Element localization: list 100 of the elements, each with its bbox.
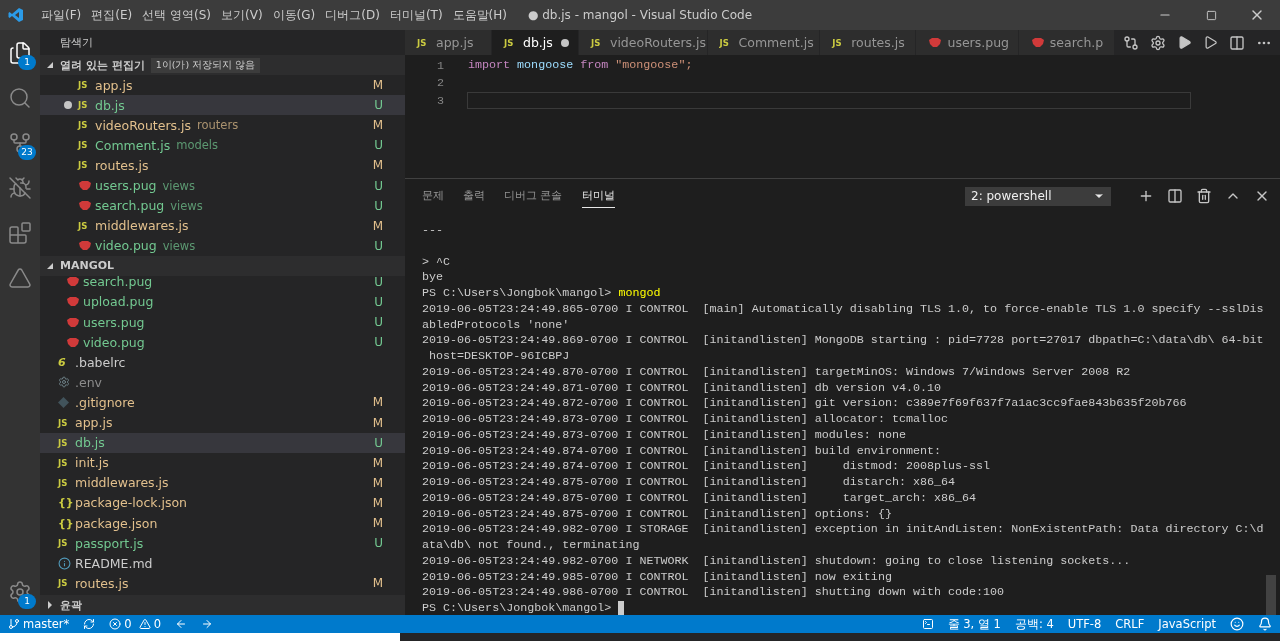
editor-tab[interactable]: users.pug: [916, 30, 1019, 55]
file-item[interactable]: search.pug views U: [40, 195, 405, 216]
scrollbar[interactable]: [1266, 575, 1276, 615]
editor-tab[interactable]: JS routes.js: [820, 30, 917, 55]
terminal-line: 2019-06-05T23:24:49.869-0700 I CONTROL [initandlisten] MongoDB starting : pid=7728 port=27017 dbpath=C:\data\db\ 64-bit: [422, 333, 1265, 349]
extensions-icon[interactable]: [8, 221, 32, 245]
triangle-icon[interactable]: [8, 266, 32, 290]
file-item[interactable]: JS routes.js M: [40, 155, 405, 176]
menu-item[interactable]: 디버그(D): [320, 6, 385, 24]
menu-item[interactable]: 도움말(H): [447, 6, 512, 24]
language-mode[interactable]: JavaScript: [1158, 617, 1216, 631]
warning-count[interactable]: 0: [153, 617, 161, 631]
js-icon: JS: [417, 37, 431, 48]
line-ending[interactable]: CRLF: [1115, 617, 1145, 631]
panel-tab[interactable]: 디버그 콘솔: [504, 184, 563, 208]
file-item[interactable]: JS middlewares.js M: [40, 472, 405, 493]
file-item[interactable]: 6 .babelrc: [40, 352, 405, 373]
terminal-line: 2019-06-05T23:24:49.875-0700 I CONTROL [initandlisten] distarch: x86_64: [422, 475, 957, 491]
file-item[interactable]: JS passport.js U: [40, 533, 405, 554]
warning-icon[interactable]: [138, 618, 151, 630]
play-icon[interactable]: [1203, 35, 1218, 50]
file-item[interactable]: users.pug U: [40, 312, 405, 333]
menu-item[interactable]: 파일(F): [36, 6, 87, 24]
git-status: U: [374, 238, 383, 253]
braces-icon: {}: [58, 496, 72, 510]
editor-tab[interactable]: search.p: [1018, 30, 1115, 55]
file-item[interactable]: search.pug U: [40, 275, 405, 292]
sync-icon[interactable]: [83, 618, 96, 630]
file-item[interactable]: {}package-lock.json M: [40, 492, 405, 513]
panel-tab[interactable]: 문제: [422, 184, 444, 208]
js-icon: JS: [58, 538, 72, 549]
settings-icon[interactable]: [8, 580, 32, 604]
terminal-line: 2019-06-05T23:24:49.982-0700 I STORAGE [initandlisten] exception in initAndListen: NonExistentPath: Data directory C:\d: [422, 522, 1265, 538]
file-item[interactable]: JS routes.js M: [40, 573, 405, 594]
terminal-line: ata\db\ not found., terminating: [422, 538, 641, 554]
section-header[interactable]: 열려 있는 편집기 1이(가) 저장되지 않음: [40, 55, 405, 75]
editor-tab[interactable]: JS Comment.js: [707, 30, 821, 55]
file-item[interactable]: JS app.js M: [40, 412, 405, 433]
encoding[interactable]: UTF-8: [1067, 617, 1102, 631]
maximize-icon[interactable]: [1205, 9, 1217, 21]
pug-icon: [928, 38, 943, 47]
file-item[interactable]: users.pug views U: [40, 175, 405, 196]
branch-icon[interactable]: [8, 131, 32, 155]
section-header[interactable]: MANGOL: [40, 255, 405, 276]
trash-icon[interactable]: [1196, 188, 1212, 204]
file-name: .babelrc: [75, 354, 126, 370]
terminal-select[interactable]: 2: powershell: [965, 186, 1111, 206]
bug-icon[interactable]: [8, 176, 32, 200]
menu-item[interactable]: 이동(G): [267, 6, 321, 24]
file-name: app.js: [95, 77, 133, 93]
cursor-position[interactable]: 줄 3, 열 1: [947, 616, 1001, 632]
editor-tab[interactable]: JS app.js: [405, 30, 492, 55]
menu-item[interactable]: 터미널(T): [384, 6, 448, 24]
git-status: M: [372, 415, 383, 430]
terminal-icon[interactable]: [921, 618, 934, 630]
split-editor-icon[interactable]: [1229, 34, 1245, 51]
file-item[interactable]: JS db.js U: [40, 432, 405, 453]
terminal-line: PS C:\Users\Jongbok\mangol> mongod: [422, 286, 662, 302]
search-icon[interactable]: [8, 86, 32, 110]
error-icon[interactable]: [109, 618, 122, 630]
file-item[interactable]: {}package.json M: [40, 512, 405, 534]
split-icon[interactable]: [1167, 188, 1183, 204]
file-item[interactable]: JS init.js M: [40, 452, 405, 473]
file-item[interactable]: video.pug U: [40, 332, 405, 353]
file-item[interactable]: .gitignore M: [40, 392, 405, 413]
file-item[interactable]: .env: [40, 372, 405, 393]
settings-icon[interactable]: [1150, 34, 1166, 51]
menu-item[interactable]: 선택 영역(S): [137, 6, 216, 24]
menu-item[interactable]: 편집(E): [86, 6, 138, 24]
file-item[interactable]: JS videoRouters.js routers M: [40, 115, 405, 136]
indentation[interactable]: 공백: 4: [1014, 616, 1054, 632]
file-item[interactable]: JS db.js U: [40, 95, 405, 116]
js-icon: JS: [58, 578, 72, 589]
file-name: package-lock.json: [75, 495, 188, 511]
files-icon[interactable]: [8, 41, 32, 65]
file-item[interactable]: JS Comment.js models U: [40, 135, 405, 156]
menu-item[interactable]: 보기(V): [216, 6, 268, 24]
file-item[interactable]: README.md: [40, 553, 405, 574]
arrow-left-icon[interactable]: [174, 618, 187, 630]
js-icon: JS: [58, 457, 72, 468]
error-count[interactable]: 0: [124, 617, 132, 631]
panel-tab[interactable]: 터미널: [581, 184, 615, 208]
section-header[interactable]: 윤곽: [40, 595, 405, 615]
smiley-icon[interactable]: [1230, 617, 1244, 631]
branch-name[interactable]: master*: [23, 617, 70, 631]
terminal-line: bye: [422, 270, 445, 286]
panel-tab[interactable]: 출력: [463, 184, 485, 208]
play-icon[interactable]: [1177, 35, 1192, 50]
pug-icon: [78, 241, 92, 251]
bell-icon[interactable]: [1258, 617, 1272, 631]
editor-tab[interactable]: JS videoRouters.js: [579, 30, 708, 55]
file-item[interactable]: JS app.js M: [40, 75, 405, 96]
file-item[interactable]: JS middlewares.js M: [40, 215, 405, 236]
file-name: users.pug: [95, 178, 157, 193]
add-icon[interactable]: [1138, 188, 1154, 204]
editor-tab[interactable]: JS db.js: [492, 30, 579, 55]
git-status: U: [374, 275, 383, 289]
compare-icon[interactable]: [1123, 34, 1139, 51]
file-item[interactable]: video.pug views U: [40, 235, 405, 256]
file-item[interactable]: upload.pug U: [40, 291, 405, 313]
